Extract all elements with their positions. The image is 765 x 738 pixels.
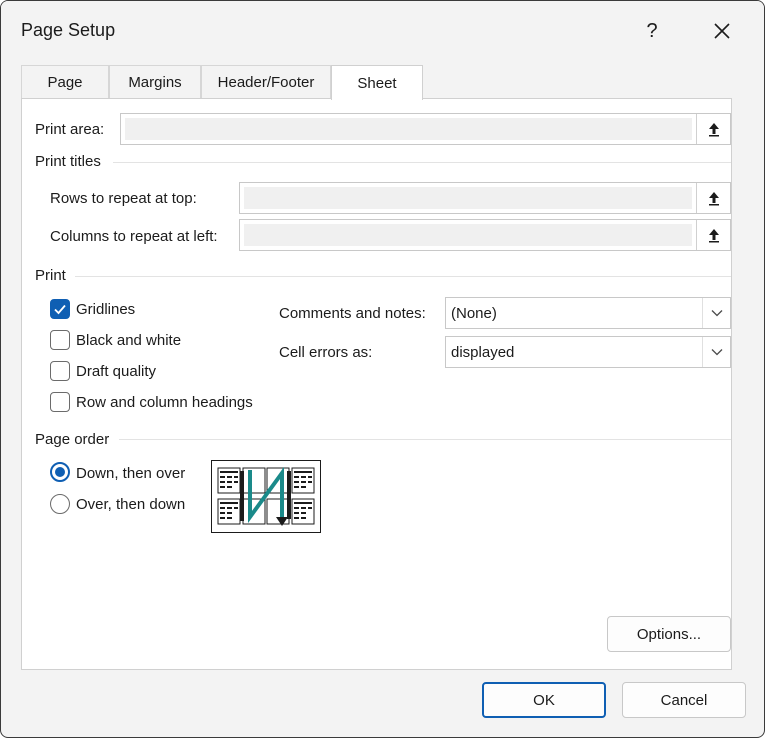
rows-repeat-label: Rows to repeat at top: [50,190,197,207]
tab-label: Page [47,74,83,91]
print-area-collapse-button[interactable] [696,114,730,144]
cols-repeat-label: Columns to repeat at left: [50,228,218,245]
print-area-input[interactable] [125,118,692,140]
tab-header-footer[interactable]: Header/Footer [201,65,331,99]
cell-errors-label: Cell errors as: [279,344,373,361]
help-button[interactable]: ? [629,11,675,51]
tab-label: Header/Footer [217,74,315,91]
options-label: Options... [636,625,702,643]
print-titles-separator [113,162,731,163]
black-and-white-label[interactable]: Black and white [76,332,181,349]
close-button[interactable] [699,11,745,51]
draft-quality-label[interactable]: Draft quality [76,363,156,380]
rows-repeat-collapse-button[interactable] [696,183,730,213]
row-col-headings-label[interactable]: Row and column headings [76,394,253,411]
ok-button[interactable]: OK [482,682,606,718]
tab-page[interactable]: Page [21,65,109,99]
dialog-title: Page Setup [21,20,116,40]
cell-errors-dropdown-button[interactable] [702,337,730,367]
over-then-down-label[interactable]: Over, then down [76,496,185,513]
cancel-button[interactable]: Cancel [622,682,746,718]
title-bar: Page Setup ? [1,1,764,57]
help-icon: ? [646,19,658,42]
cancel-label: Cancel [660,691,708,709]
draft-quality-checkbox[interactable] [50,361,70,381]
collapse-dialog-icon [708,229,719,243]
gridlines-label[interactable]: Gridlines [76,301,135,318]
print-separator [75,276,731,277]
collapse-dialog-icon [708,123,719,137]
comments-value: (None) [451,305,497,322]
rows-repeat-field[interactable] [239,182,731,214]
page-setup-dialog: Page Setup ? Page Margins Header/Footer … [0,0,765,738]
close-icon [714,23,730,39]
options-button[interactable]: Options... [607,616,731,652]
page-order-preview [211,460,321,533]
chevron-down-icon [711,349,722,356]
cols-repeat-input[interactable] [244,224,692,246]
chevron-down-icon [711,310,722,317]
page-order-icon [217,466,315,526]
black-and-white-checkbox[interactable] [50,330,70,350]
print-section-label: Print [35,267,66,284]
comments-select[interactable]: (None) [445,297,731,329]
tab-label: Sheet [357,74,397,92]
page-order-label: Page order [35,431,110,448]
over-then-down-radio[interactable] [50,494,70,514]
checkmark-icon [54,304,66,315]
row-col-headings-checkbox[interactable] [50,392,70,412]
tab-strip: Page Margins Header/Footer Sheet [21,65,732,100]
ok-label: OK [533,691,555,709]
down-then-over-radio[interactable] [50,462,70,482]
cols-repeat-field[interactable] [239,219,731,251]
comments-label: Comments and notes: [279,305,426,322]
cols-repeat-collapse-button[interactable] [696,220,730,250]
tab-sheet[interactable]: Sheet [331,65,423,100]
collapse-dialog-icon [708,192,719,206]
cell-errors-value: displayed [451,344,515,361]
rows-repeat-input[interactable] [244,187,692,209]
down-then-over-label[interactable]: Down, then over [76,465,185,482]
tab-label: Margins [128,74,182,91]
print-area-field[interactable] [120,113,731,145]
print-titles-label: Print titles [35,153,101,170]
print-area-label: Print area: [35,121,105,138]
comments-dropdown-button[interactable] [702,298,730,328]
gridlines-checkbox[interactable] [50,299,70,319]
cell-errors-select[interactable]: displayed [445,336,731,368]
tab-margins[interactable]: Margins [109,65,201,99]
page-order-separator [119,439,731,440]
